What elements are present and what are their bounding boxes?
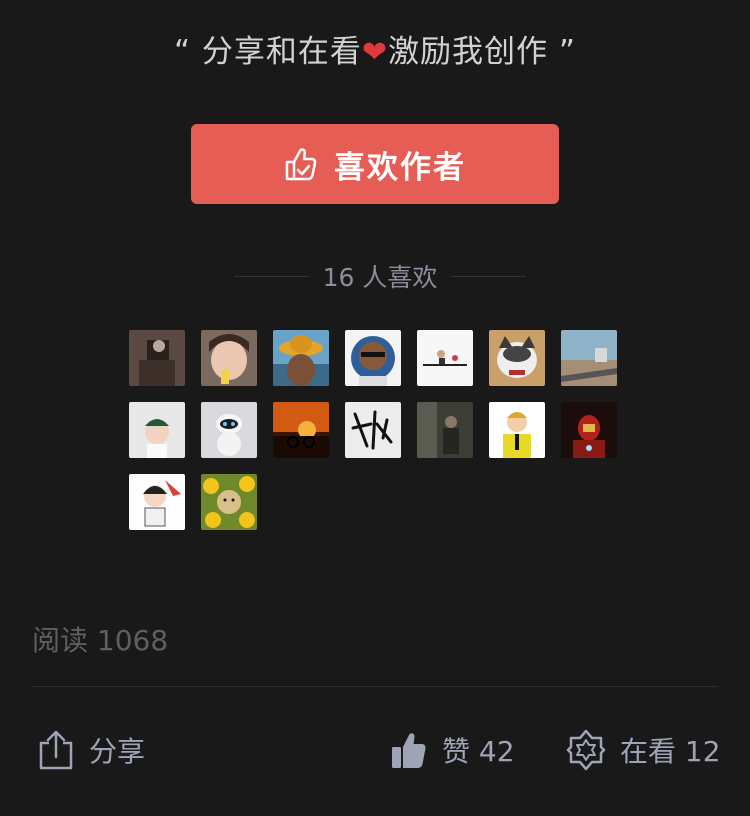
like-count-label: 赞 42 — [442, 735, 515, 768]
watching-button[interactable]: 在看 12 — [566, 724, 721, 776]
thumbs-up-icon — [285, 148, 317, 181]
avatar[interactable] — [489, 402, 545, 458]
share-label: 分享 — [89, 735, 146, 768]
quote-text-left: 分享和在看 — [201, 34, 362, 70]
avatar[interactable] — [345, 330, 401, 386]
like-author-label: 喜欢作者 — [334, 149, 466, 186]
like-author-button[interactable]: 喜欢作者 — [191, 124, 559, 204]
watching-count-label: 在看 12 — [620, 735, 721, 768]
avatar[interactable] — [201, 402, 257, 458]
avatar[interactable] — [417, 330, 473, 386]
quote-text-right: 激励我创作 — [388, 34, 549, 70]
avatar[interactable] — [561, 330, 617, 386]
heart-icon: ❤ — [361, 35, 389, 70]
likers-count-row: 16 人喜欢 — [234, 258, 527, 294]
bottom-divider — [32, 686, 718, 687]
avatar[interactable] — [273, 402, 329, 458]
avatar[interactable] — [201, 474, 257, 530]
read-count: 阅读 1068 — [32, 624, 169, 657]
avatar[interactable] — [273, 330, 329, 386]
liker-avatars — [129, 330, 619, 546]
quote-open-mark: “ — [174, 34, 192, 70]
avatar[interactable] — [345, 402, 401, 458]
avatar[interactable] — [129, 402, 185, 458]
divider-right — [451, 275, 527, 277]
likers-count: 16 人喜欢 — [322, 263, 438, 292]
avatar[interactable] — [201, 330, 257, 386]
quote-close-mark: ” — [558, 34, 576, 70]
avatar[interactable] — [129, 330, 185, 386]
like-button[interactable]: 赞 42 — [390, 724, 515, 776]
divider-left — [234, 275, 309, 277]
quote-line: “ 分享和在看❤激励我创作 ” — [0, 26, 750, 71]
share-button[interactable]: 分享 — [37, 724, 145, 776]
avatar[interactable] — [417, 402, 473, 458]
avatar[interactable] — [561, 402, 617, 458]
avatar[interactable] — [129, 474, 185, 530]
avatar[interactable] — [489, 330, 545, 386]
thumbs-up-icon — [392, 733, 426, 768]
watching-icon — [566, 729, 606, 771]
share-icon — [39, 730, 73, 770]
